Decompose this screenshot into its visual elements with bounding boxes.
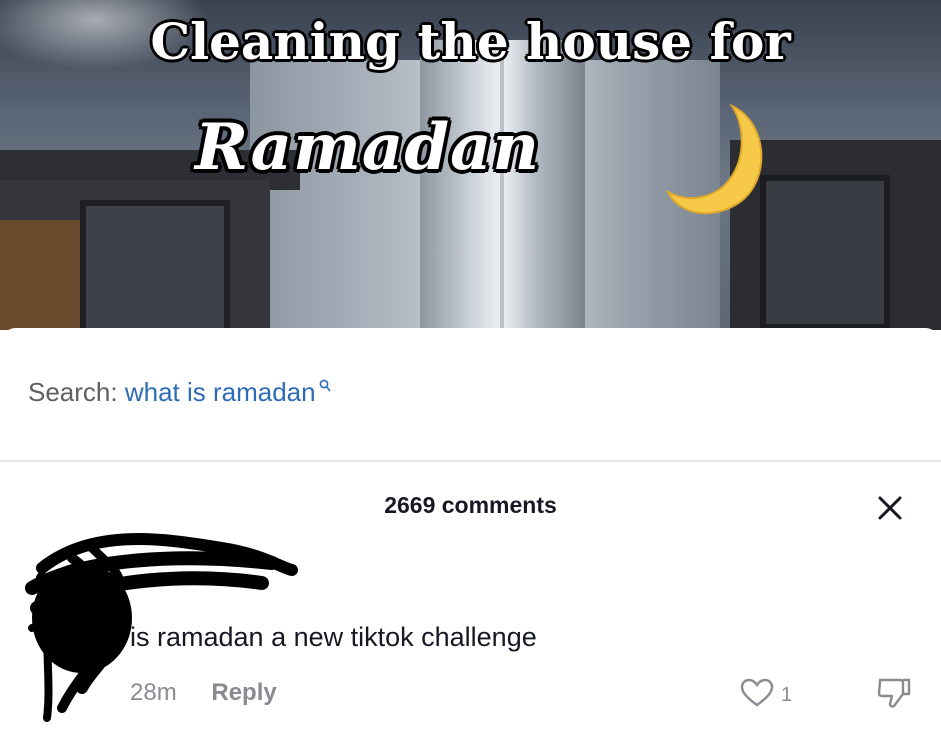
video-caption-ramadan: Ramadan [195,110,541,185]
search-query-link[interactable]: what is ramadan [125,377,316,407]
video-caption-headline: Cleaning the house for [150,12,791,71]
divider [0,460,941,462]
comment-time: 28m [130,679,177,706]
comment-count: 2669 comments [384,492,557,518]
comment-meta: 28m Reply [130,679,277,707]
search-icon [319,379,331,392]
reply-button[interactable]: Reply [211,679,276,706]
search-suggestion[interactable]: Search: what is ramadan [28,377,331,408]
like-count: 1 [781,684,793,706]
search-label: Search: [28,377,118,407]
video-frame[interactable]: Cleaning the house for Ramadan [0,0,941,330]
wood-panel [0,220,80,330]
fridge-seam [500,40,504,330]
crescent-moon-icon [665,103,763,215]
cabinet-door-right [760,175,890,330]
comment-text: is ramadan a new tiktok challenge [130,622,537,652]
thumbs-down-icon[interactable] [876,674,912,710]
heart-icon[interactable] [740,678,774,708]
close-icon[interactable] [876,494,904,522]
cabinet-door-left [80,200,230,330]
